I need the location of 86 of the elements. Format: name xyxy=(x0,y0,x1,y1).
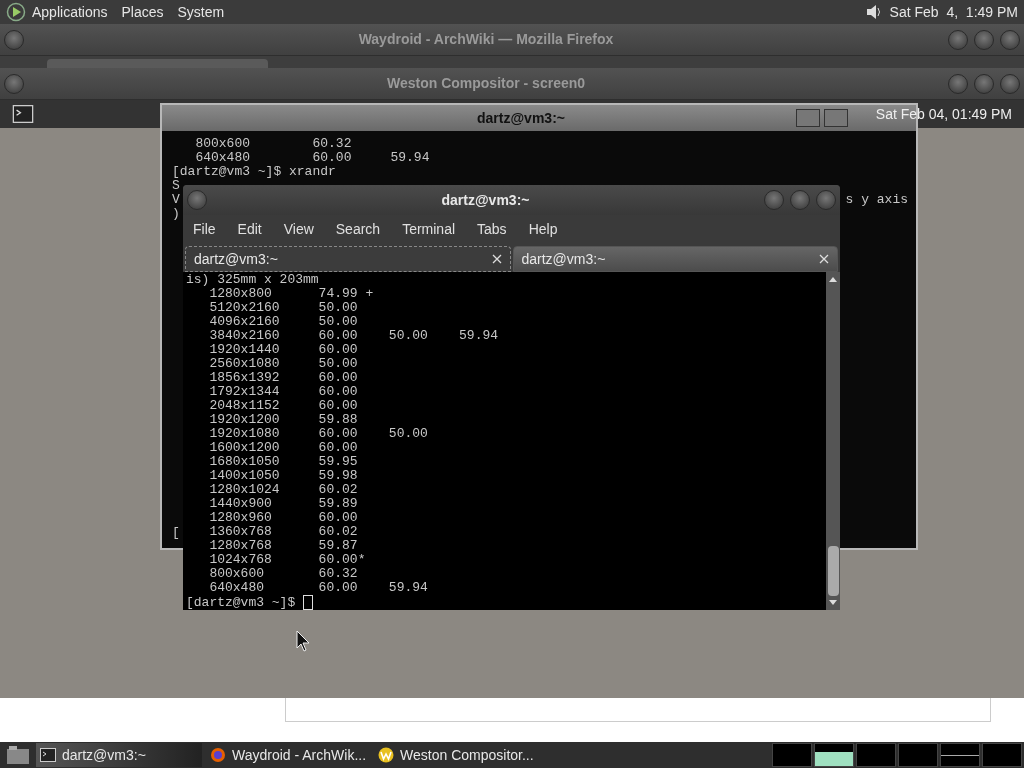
monitor-graph-icon xyxy=(856,743,896,767)
terminal-line: V xyxy=(172,193,180,207)
panel-clock[interactable]: Sat Feb 4, 1:49 PM xyxy=(889,1,1018,23)
menu-item[interactable]: Search xyxy=(335,218,381,240)
logo-icon[interactable] xyxy=(6,2,26,22)
terminal-line: 1440x900 59.89 xyxy=(208,497,358,511)
text-cursor xyxy=(303,595,314,610)
terminal-icon xyxy=(12,105,34,123)
window-control-button[interactable] xyxy=(974,29,994,50)
w-logo-icon xyxy=(378,747,395,763)
terminal-line: 1400x1050 59.98 xyxy=(208,469,358,483)
terminal-line: 1600x1200 60.00 xyxy=(208,441,358,455)
terminal-line: 1280x960 60.00 xyxy=(208,511,358,525)
window-control-button[interactable] xyxy=(948,73,968,94)
terminal-line: 1920x1440 60.00 xyxy=(208,343,358,357)
terminal-line: 1280x800 74.99 + xyxy=(208,287,374,301)
terminal-line: [dartz@vm3 ~]$ xrandr xyxy=(172,165,336,179)
window-control-button[interactable] xyxy=(1000,73,1020,94)
scroll-up-icon[interactable] xyxy=(828,275,838,283)
terminal-line: 1856x1392 60.00 xyxy=(208,371,358,385)
window-title: Waydroid - ArchWiki — Mozilla Firefox xyxy=(357,30,615,49)
monitor-graph-icon xyxy=(814,743,854,767)
terminal-prompt: [dartz@vm3 ~]$ xyxy=(186,595,297,610)
menu-item[interactable]: Help xyxy=(528,218,558,240)
monitor-graph-icon xyxy=(772,743,812,767)
panel-menu[interactable]: Applications xyxy=(32,1,108,23)
terminal-line: 800x600 60.32 xyxy=(194,137,352,151)
scroll-down-icon[interactable] xyxy=(828,599,838,607)
terminal-line: 1280x768 59.87 xyxy=(208,539,358,553)
terminal-line: 1920x1200 59.88 xyxy=(208,413,358,427)
monitor-graph-icon xyxy=(982,743,1022,767)
terminal-line: 640x480 60.00 59.94 xyxy=(194,151,430,165)
window-control-button[interactable] xyxy=(790,190,810,210)
window-title: dartz@vm3:~ xyxy=(440,190,531,210)
monitor-graph-icon xyxy=(940,743,980,767)
terminal-line: ) xyxy=(172,207,180,221)
terminal-line: 1280x1024 60.02 xyxy=(208,483,358,497)
panel-menu[interactable]: Places xyxy=(121,1,164,23)
panel-menu[interactable]: System xyxy=(177,1,225,23)
menu-item[interactable]: View xyxy=(283,218,314,240)
terminal-line: S xyxy=(172,179,180,193)
window-control-button[interactable] xyxy=(187,190,207,210)
menu-item[interactable]: File xyxy=(193,218,216,240)
menu-item[interactable]: Edit xyxy=(237,218,262,240)
taskbar-button[interactable]: dartz@vm3:~ xyxy=(36,743,202,767)
close-icon[interactable] xyxy=(819,254,829,264)
window-control-button[interactable] xyxy=(1000,29,1020,50)
terminal-line: 2048x1152 60.00 xyxy=(208,399,358,413)
minimize-button[interactable] xyxy=(796,109,820,127)
window-title: dartz@vm3:~ xyxy=(476,108,566,128)
terminal-line: 5120x2160 50.00 xyxy=(208,301,358,315)
terminal-line: 1024x768 60.00* xyxy=(208,553,366,567)
terminal-line: s y axis xyxy=(845,193,908,207)
terminal-line: 800x600 60.32 xyxy=(208,567,358,581)
monitor-graph-icon xyxy=(898,743,938,767)
terminal-line: 1680x1050 59.95 xyxy=(208,455,358,469)
scrollbar[interactable] xyxy=(826,272,840,610)
window-control-button[interactable] xyxy=(4,29,24,50)
taskbar-button[interactable]: Waydroid - ArchWik... xyxy=(206,743,371,767)
menu-item[interactable]: Terminal xyxy=(402,218,456,240)
terminal-line: [ xyxy=(172,526,180,540)
window-control-button[interactable] xyxy=(948,29,968,50)
taskbar-button[interactable]: Weston Compositor... xyxy=(374,743,538,767)
terminal-line: 2560x1080 50.00 xyxy=(208,357,358,371)
window-control-button[interactable] xyxy=(974,73,994,94)
terminal-tab[interactable]: dartz@vm3:~ xyxy=(512,246,838,272)
show-desktop-icon[interactable] xyxy=(6,745,30,765)
terminal-line: is) 325mm x 203mm xyxy=(186,273,319,287)
terminal-tab[interactable]: dartz@vm3:~ xyxy=(185,246,511,272)
window-title: Weston Compositor - screen0 xyxy=(385,74,587,93)
terminal-line: 1920x1080 60.00 50.00 xyxy=(208,427,428,441)
window-control-button[interactable] xyxy=(764,190,784,210)
close-icon[interactable] xyxy=(491,254,502,264)
browser-icon xyxy=(210,747,226,763)
terminal-line: 4096x2160 50.00 xyxy=(208,315,358,329)
menu-item[interactable]: Tabs xyxy=(477,218,507,240)
window-control-button[interactable] xyxy=(4,73,24,94)
terminal-line: 1360x768 60.02 xyxy=(208,525,358,539)
terminal-line: 640x480 60.00 59.94 xyxy=(208,581,428,595)
scrollbar-thumb[interactable] xyxy=(827,546,839,596)
terminal-line: 1792x1344 60.00 xyxy=(208,385,358,399)
maximize-button[interactable] xyxy=(824,109,848,127)
terminal-icon xyxy=(40,748,56,762)
window-control-button[interactable] xyxy=(816,190,836,210)
mouse-pointer-icon xyxy=(296,630,310,652)
terminal-line: 3840x2160 60.00 50.00 59.94 xyxy=(208,329,499,343)
